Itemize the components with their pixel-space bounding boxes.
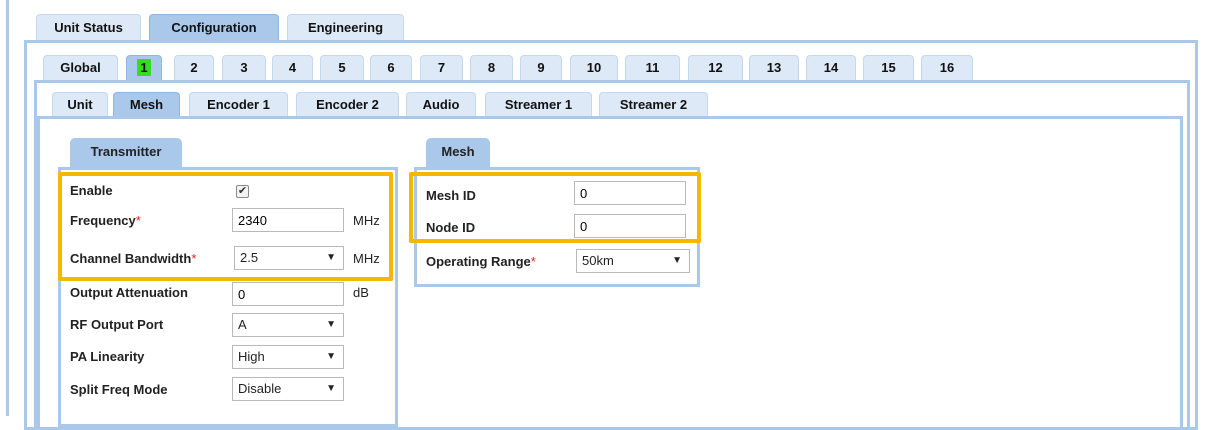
mesh-header: Mesh: [426, 138, 490, 168]
mesh-id-label: Mesh ID: [426, 188, 476, 203]
pa-linearity-value: High: [238, 349, 265, 364]
tab-channel-13[interactable]: 13: [749, 55, 799, 80]
channel-bandwidth-select[interactable]: 2.5 ▼: [234, 246, 344, 270]
pa-linearity-select[interactable]: High ▼: [232, 345, 344, 369]
tab-channel-9[interactable]: 9: [520, 55, 562, 80]
left-frame-bar: [6, 0, 9, 416]
tab-engineering[interactable]: Engineering: [287, 14, 404, 40]
channel-bandwidth-value: 2.5: [240, 250, 259, 265]
tab-channel-2[interactable]: 2: [174, 55, 214, 80]
rf-output-port-select[interactable]: A ▼: [232, 313, 344, 337]
tab-audio[interactable]: Audio: [406, 92, 476, 117]
chevron-down-icon: ▼: [326, 351, 336, 362]
tab-channel-12[interactable]: 12: [688, 55, 743, 80]
mesh-id-input[interactable]: [574, 181, 686, 205]
channel-bandwidth-label: Channel Bandwidth*: [70, 251, 197, 266]
tab-encoder-1[interactable]: Encoder 1: [189, 92, 288, 117]
channel-bandwidth-unit: MHz: [353, 251, 380, 266]
output-attenuation-input[interactable]: [232, 282, 344, 306]
frequency-unit: MHz: [353, 213, 380, 228]
tab-global[interactable]: Global: [43, 55, 118, 80]
required-marker: *: [530, 254, 536, 269]
operating-range-select[interactable]: 50km ▼: [576, 249, 690, 273]
split-freq-mode-value: Disable: [238, 381, 282, 396]
split-freq-mode-label: Split Freq Mode: [70, 382, 168, 397]
tab-streamer-2[interactable]: Streamer 2: [599, 92, 708, 117]
tab-encoder-2[interactable]: Encoder 2: [296, 92, 399, 117]
tab-channel-5[interactable]: 5: [320, 55, 364, 80]
output-attenuation-label: Output Attenuation: [70, 285, 188, 300]
tab-channel-3[interactable]: 3: [222, 55, 266, 80]
operating-range-label: Operating Range*: [426, 254, 536, 269]
required-marker: *: [191, 251, 197, 266]
tab-channel-10[interactable]: 10: [570, 55, 618, 80]
pa-linearity-label: PA Linearity: [70, 349, 145, 364]
tab-channel-8[interactable]: 8: [470, 55, 513, 80]
operating-range-value: 50km: [582, 253, 614, 268]
output-attenuation-unit: dB: [353, 285, 369, 300]
tab-unit[interactable]: Unit: [52, 92, 108, 117]
tab-channel-7[interactable]: 7: [420, 55, 463, 80]
chevron-down-icon: ▼: [326, 319, 336, 330]
tab-channel-15[interactable]: 15: [863, 55, 914, 80]
node-id-input[interactable]: [574, 214, 686, 238]
transmitter-header: Transmitter: [70, 138, 182, 168]
tab-streamer-1[interactable]: Streamer 1: [485, 92, 592, 117]
required-marker: *: [135, 213, 141, 228]
tab-channel-11[interactable]: 11: [625, 55, 680, 80]
tab-channel-4[interactable]: 4: [272, 55, 313, 80]
channel-1-label: 1: [137, 59, 151, 76]
enable-checkbox[interactable]: ✔: [236, 185, 249, 198]
tab-mesh[interactable]: Mesh: [113, 92, 180, 117]
chevron-down-icon: ▼: [672, 255, 682, 266]
tab-channel-14[interactable]: 14: [806, 55, 856, 80]
tab-unit-status[interactable]: Unit Status: [36, 14, 141, 40]
tab-channel-6[interactable]: 6: [370, 55, 412, 80]
check-icon: ✔: [237, 185, 248, 197]
node-id-label: Node ID: [426, 220, 476, 235]
tab-configuration[interactable]: Configuration: [149, 14, 279, 40]
chevron-down-icon: ▼: [326, 252, 336, 263]
split-freq-mode-select[interactable]: Disable ▼: [232, 377, 344, 401]
tab-channel-16[interactable]: 16: [921, 55, 973, 80]
rf-output-port-value: A: [238, 317, 247, 332]
rf-output-port-label: RF Output Port: [70, 317, 164, 332]
chevron-down-icon: ▼: [326, 383, 336, 394]
tab-channel-1[interactable]: 1: [126, 55, 162, 80]
frequency-input[interactable]: [232, 208, 344, 232]
enable-label: Enable: [70, 183, 113, 198]
frequency-label: Frequency*: [70, 213, 141, 228]
